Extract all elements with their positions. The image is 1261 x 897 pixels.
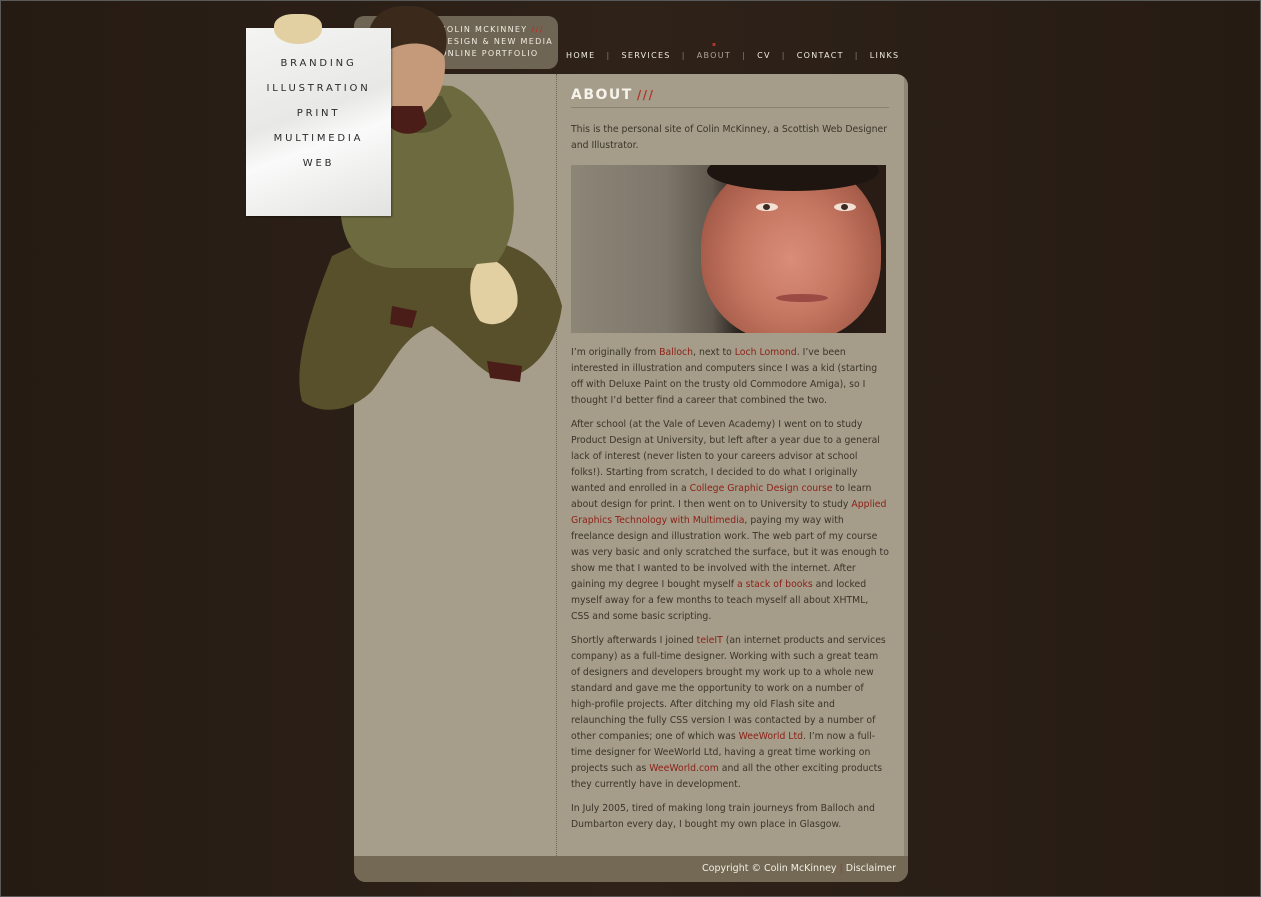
menu-item-print[interactable]: Print	[246, 108, 391, 133]
nav-separator: |	[742, 50, 747, 60]
eye-right	[834, 203, 856, 211]
text-run: , next to	[693, 347, 735, 358]
hand-holding-sign-icon	[274, 14, 322, 44]
nav-home[interactable]: Home	[566, 51, 595, 60]
nav-links[interactable]: Links	[870, 51, 900, 60]
paragraph-origin: I’m originally from Balloch, next to Loc…	[571, 345, 889, 409]
heading-slashes: ///	[636, 88, 655, 102]
menu-item-illustration[interactable]: Illustration	[246, 83, 391, 108]
portrait-photo	[571, 165, 886, 333]
nav-cv[interactable]: CV	[757, 51, 771, 60]
nav-contact[interactable]: Contact	[797, 51, 844, 60]
link-loch-lomond[interactable]: Loch Lomond	[735, 347, 797, 358]
text-run: I’m originally from	[571, 347, 660, 358]
menu-item-web[interactable]: Web	[246, 158, 391, 183]
panel-edge	[904, 74, 908, 856]
menu-sign: Branding Illustration Print Multimedia W…	[246, 28, 391, 216]
footer-text: Copyright © Colin McKinney | Disclaimer	[702, 863, 896, 874]
nav-about[interactable]: About	[696, 42, 732, 60]
link-weeworld-ltd[interactable]: WeeWorld Ltd	[739, 731, 803, 742]
page-title: About///	[571, 84, 889, 108]
main-content: About/// This is the personal site of Co…	[571, 84, 889, 833]
link-weeworld-com[interactable]: WeeWorld.com	[649, 763, 719, 774]
nav-separator: |	[854, 50, 859, 60]
link-teleit[interactable]: teleIT	[697, 635, 723, 646]
paragraph-career: Shortly afterwards I joined teleIT (an i…	[571, 633, 889, 793]
disclaimer-link[interactable]: Disclaimer	[846, 863, 896, 874]
footer-separator: |	[839, 863, 843, 874]
nav-services[interactable]: Services	[621, 51, 670, 60]
paragraph-education: After school (at the Vale of Leven Acade…	[571, 417, 889, 625]
top-navigation: Home | Services | About | CV | Contact |…	[566, 42, 910, 63]
page-title-text: About	[571, 87, 633, 103]
nav-separator: |	[681, 50, 686, 60]
nav-separator: |	[606, 50, 611, 60]
menu-item-branding[interactable]: Branding	[246, 58, 391, 83]
text-run: (an internet products and services compa…	[571, 635, 886, 742]
menu-item-multimedia[interactable]: Multimedia	[246, 133, 391, 158]
service-menu: Branding Illustration Print Multimedia W…	[246, 58, 391, 183]
nav-about-label: About	[696, 50, 732, 60]
link-stack-of-books[interactable]: a stack of books	[737, 579, 813, 590]
eye-left	[756, 203, 778, 211]
copyright-text: Copyright © Colin McKinney	[702, 863, 837, 874]
paragraph-glasgow: In July 2005, tired of making long train…	[571, 803, 875, 830]
footer-bar: Copyright © Colin McKinney | Disclaimer	[354, 856, 908, 882]
active-indicator-icon	[712, 42, 716, 46]
nav-separator: |	[781, 50, 786, 60]
mouth-shape	[776, 294, 828, 302]
intro-paragraph: This is the personal site of Colin McKin…	[571, 124, 888, 151]
text-run: Shortly afterwards I joined	[571, 635, 697, 646]
link-balloch[interactable]: Balloch	[659, 347, 693, 358]
link-college-course[interactable]: College Graphic Design course	[690, 483, 833, 494]
